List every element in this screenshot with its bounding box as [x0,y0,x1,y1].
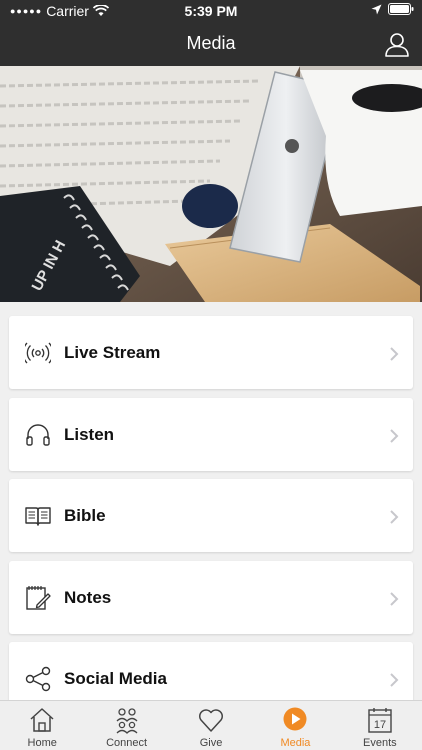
media-menu: Live Stream Listen Bible Notes Social Me… [9,316,413,724]
chevron-right-icon [390,510,399,524]
menu-item-live-stream[interactable]: Live Stream [9,316,413,389]
tab-label: Home [27,737,57,749]
menu-item-listen[interactable]: Listen [9,397,413,471]
calendar-day: 17 [374,719,386,731]
battery-icon [388,3,414,15]
nav-bar: Media [0,22,422,66]
tab-home[interactable]: Home [0,701,84,750]
profile-icon[interactable] [384,31,410,57]
headphones-icon [26,423,50,446]
status-time: 5:39 PM [184,3,238,19]
menu-item-label: Notes [64,587,112,607]
people-icon [116,708,138,734]
menu-item-label: Bible [64,506,106,525]
tab-label: Events [363,737,397,749]
status-bar: ●●●●● Carrier 5:39 PM [0,0,422,22]
tab-label: Connect [106,737,148,749]
menu-item-bible[interactable]: Bible [9,479,413,552]
tab-bar: Home Connect Give Media 17 Events [0,700,422,750]
heart-icon [199,709,224,732]
notepad-pencil-icon [26,585,51,610]
tab-events[interactable]: 17 Events [338,701,422,750]
tab-label: Give [199,737,223,749]
chevron-right-icon [390,673,399,687]
tab-media[interactable]: Media [253,701,337,750]
menu-item-label: Live Stream [64,343,161,362]
share-icon [25,666,51,692]
tab-label: Media [280,737,311,749]
page-title: Media [186,33,236,53]
tab-connect[interactable]: Connect [84,701,168,750]
broadcast-icon [25,342,51,364]
menu-item-label: Social Media [64,669,167,688]
play-icon [283,707,307,731]
tab-give[interactable]: Give [169,701,253,750]
menu-item-label: Listen [64,424,115,444]
chevron-right-icon [390,591,399,606]
chevron-right-icon [390,428,399,443]
home-icon [30,708,54,732]
calendar-icon: 17 [368,708,392,733]
desk-scene-illustration: UP IN H [0,66,422,302]
open-book-icon [25,507,51,526]
hero-image: UP IN H [0,66,422,302]
location-arrow-icon [371,4,382,14]
menu-item-notes[interactable]: Notes [9,560,413,634]
chevron-right-icon [390,347,399,361]
